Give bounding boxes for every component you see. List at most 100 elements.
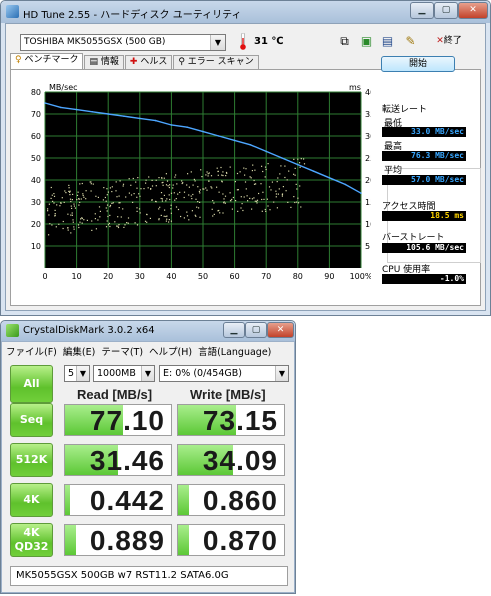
cdm-close-button[interactable]: ✕ <box>267 322 294 338</box>
tab-error-scan[interactable]: ⚲ エラー スキャン <box>173 55 259 69</box>
menu-file[interactable]: ファイル(F) <box>6 344 57 358</box>
read-result-bar <box>65 525 76 555</box>
comment-field[interactable]: MK5055GSX 500GB w7 RST11.2 SATA6.0G <box>10 566 288 586</box>
access-time-dot <box>91 229 93 231</box>
access-time-dot <box>135 181 137 183</box>
minimize-button[interactable]: ▁ <box>410 2 434 19</box>
access-time-dot <box>63 201 65 203</box>
access-time-dot <box>136 187 138 189</box>
access-time-dot <box>223 198 225 200</box>
chevron-down-icon: ▼ <box>210 35 225 50</box>
access-time-dot <box>225 171 228 174</box>
access-time-dot <box>297 197 299 199</box>
y-left-tick-label: 50 <box>31 154 41 163</box>
access-time-dot <box>168 219 170 221</box>
all-button[interactable]: All <box>10 365 53 403</box>
access-time-dot <box>149 217 151 219</box>
access-time-dot <box>106 194 108 196</box>
access-time-dot <box>120 216 122 218</box>
access-time-dot <box>109 204 112 206</box>
access-time-dot <box>79 201 81 203</box>
cdm-titlebar[interactable]: CrystalDiskMark 3.0.2 x64 ▁ ▢ ✕ <box>1 321 295 341</box>
access-time-dot <box>48 214 50 216</box>
access-time-dot <box>68 190 70 192</box>
access-time-dot <box>201 176 203 178</box>
y-right-tick-label: 20 <box>365 176 371 185</box>
access-time-dot <box>68 184 70 186</box>
access-time-dot <box>69 198 72 200</box>
test-count-select[interactable]: 5 ▼ <box>64 365 90 382</box>
start-button[interactable]: 開始 <box>381 56 455 72</box>
save-icon[interactable]: ▤ <box>379 33 396 50</box>
maximize-button[interactable]: ▢ <box>434 2 458 19</box>
tab-info[interactable]: ▤ 情報 <box>84 55 124 69</box>
access-time-dot <box>136 196 138 198</box>
access-time-dot <box>47 208 49 210</box>
access-time-dot <box>253 179 255 182</box>
exit-button[interactable]: ✕終了 <box>427 33 471 50</box>
y-right-tick-label: 40 <box>365 88 371 97</box>
access-time-dot <box>179 191 181 193</box>
access-time-dot <box>160 214 162 216</box>
x-tick-label: 70 <box>261 272 271 281</box>
access-time-dot <box>70 214 72 216</box>
menu-help[interactable]: ヘルプ(H) <box>149 344 192 358</box>
options-icon[interactable]: ✎ <box>402 33 419 50</box>
transfer-rate-point <box>186 126 188 128</box>
access-time-dot <box>90 181 92 183</box>
menu-edit[interactable]: 編集(E) <box>63 344 95 358</box>
cpu-usage-value: -1.0% <box>382 274 466 284</box>
access-time-dot <box>206 171 208 173</box>
access-time-dot <box>67 213 69 215</box>
cdm-maximize-button[interactable]: ▢ <box>245 322 267 338</box>
access-time-dot <box>107 224 110 226</box>
y-right-tick-label: 5 <box>365 242 370 251</box>
access-time-dot <box>224 195 227 197</box>
write-header: Write [MB/s] <box>190 387 266 402</box>
access-time-dot <box>168 186 170 189</box>
access-time-dot <box>256 200 258 202</box>
access-time-dot <box>91 220 93 222</box>
test-size-select[interactable]: 1000MB ▼ <box>93 365 155 382</box>
menu-language[interactable]: 言語(Language) <box>198 344 271 358</box>
access-time-dot <box>297 158 299 160</box>
access-time-dot <box>236 172 239 175</box>
hdtune-titlebar[interactable]: HD Tune 2.55 - ハードディスク ユーティリティ ▁ ▢ ✕ <box>1 1 490 23</box>
access-time-dot <box>145 179 147 181</box>
transfer-rate-point <box>360 192 362 194</box>
tab-benchmark[interactable]: ♀ ベンチマーク <box>10 53 84 69</box>
access-time-dot <box>263 198 265 200</box>
cdm-minimize-button[interactable]: ▁ <box>223 322 245 338</box>
menu-theme[interactable]: テーマ(T) <box>101 344 143 358</box>
test-drive-select[interactable]: E: 0% (0/454GB) ▼ <box>159 365 289 382</box>
access-time-dot <box>79 221 81 223</box>
access-time-dot <box>112 202 114 204</box>
copy-icon[interactable]: ⧉ <box>336 33 353 50</box>
access-time-dot <box>125 196 127 198</box>
drive-select[interactable]: TOSHIBA MK5055GSX (500 GB) ▼ <box>20 34 226 51</box>
access-time-dot <box>299 166 301 168</box>
access-time-dot <box>72 221 74 223</box>
read-result-value: 0.442 <box>89 485 165 516</box>
access-time-dot <box>186 211 188 213</box>
access-time-dot <box>241 203 243 205</box>
close-button[interactable]: ✕ <box>458 2 488 19</box>
tab-health[interactable]: ✚ ヘルス <box>124 55 173 69</box>
transfer-rate-point <box>44 102 46 104</box>
test-button-1[interactable]: 512K <box>10 443 53 477</box>
access-time-dot <box>293 173 295 175</box>
access-time-dot <box>199 192 201 194</box>
access-time-dot <box>115 190 117 192</box>
access-time-dot <box>117 225 119 227</box>
x-tick-label: 90 <box>324 272 334 281</box>
test-button-3[interactable]: 4K QD32 <box>10 523 53 557</box>
access-time-dot <box>106 204 109 206</box>
test-button-2[interactable]: 4K <box>10 483 53 517</box>
access-time-dot <box>270 189 272 191</box>
access-time-dot <box>67 229 69 231</box>
clipboard-icon[interactable]: ▣ <box>358 33 375 50</box>
test-button-0[interactable]: Seq <box>10 403 53 437</box>
access-time-dot <box>161 200 163 202</box>
access-time-dot <box>231 198 233 200</box>
access-time-dot <box>139 212 141 214</box>
